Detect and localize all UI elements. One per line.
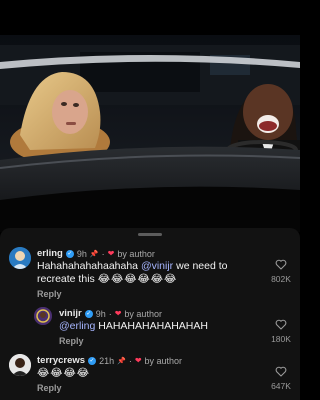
- like-button[interactable]: 647K: [268, 366, 294, 391]
- author-heart-icon: ❤: [134, 356, 142, 365]
- reply-button[interactable]: Reply: [37, 289, 62, 299]
- by-author-label: by author: [144, 355, 183, 366]
- comment-username[interactable]: erling: [37, 248, 63, 259]
- avatar[interactable]: [9, 247, 31, 269]
- heart-outline-icon: [275, 259, 287, 270]
- pin-icon: 📌: [89, 250, 99, 258]
- heart-outline-icon: [275, 366, 287, 377]
- separator-dot: ·: [108, 308, 112, 319]
- author-heart-icon: ❤: [107, 249, 115, 258]
- avatar-image: [9, 354, 31, 376]
- verified-badge-icon: ✓: [88, 356, 97, 365]
- mention-link[interactable]: @erling: [59, 320, 95, 332]
- comment-username[interactable]: vinijr: [59, 308, 82, 319]
- comment-time: 9h: [76, 248, 87, 259]
- mention-link[interactable]: @vinijr: [141, 260, 173, 272]
- sheet-handle[interactable]: [138, 233, 162, 236]
- comment-text-prefix: Hahahahahahaahaha: [37, 260, 141, 272]
- by-author-label: by author: [117, 248, 155, 259]
- author-heart-icon: ❤: [114, 309, 122, 318]
- comment-meta: vinijr ✓ 9h · ❤ by author: [59, 308, 162, 319]
- avatar-image: [9, 247, 31, 269]
- video-scene: [0, 35, 300, 232]
- reply-button[interactable]: Reply: [59, 336, 84, 346]
- pin-icon: 📌: [117, 357, 126, 365]
- like-count: 180K: [271, 334, 291, 344]
- avatar-image: [34, 307, 52, 325]
- comment-text-suffix: HAHAHAHAHAHAHAH: [95, 320, 208, 332]
- verified-badge-icon: ✓: [65, 249, 74, 258]
- by-author-label: by author: [124, 308, 162, 319]
- emoji-sequence: 😂😂😂😂: [37, 367, 91, 379]
- comment-username[interactable]: terrycrews: [37, 355, 85, 366]
- comment-meta: terrycrews ✓ 21h 📌 · ❤ by author: [37, 355, 182, 366]
- comment-meta: erling ✓ 9h 📌 · ❤ by author: [37, 248, 155, 259]
- comment-text: 😂😂😂😂: [37, 367, 237, 380]
- comment-time: 21h: [99, 355, 115, 366]
- comment-text: @erling HAHAHAHAHAHAHAH: [59, 320, 259, 333]
- like-button[interactable]: 180K: [268, 319, 294, 344]
- verified-badge-icon: ✓: [84, 309, 93, 318]
- avatar[interactable]: [9, 354, 31, 376]
- separator-dot: ·: [128, 355, 132, 366]
- emoji-sequence: 😂😂😂😂😂😂: [97, 273, 178, 285]
- like-button[interactable]: 802K: [268, 259, 294, 284]
- comment-time: 9h: [95, 308, 106, 319]
- heart-outline-icon: [275, 319, 287, 330]
- comment-text: Hahahahahahaahaha @vinijr we need to rec…: [37, 260, 259, 286]
- like-count: 647K: [271, 381, 291, 391]
- comments-sheet: erling ✓ 9h 📌 · ❤ by author Hahahahahaha…: [0, 228, 300, 400]
- reply-button[interactable]: Reply: [37, 383, 62, 393]
- separator-dot: ·: [101, 248, 105, 259]
- like-count: 802K: [271, 274, 291, 284]
- video-frame[interactable]: [0, 0, 300, 232]
- avatar[interactable]: [34, 307, 52, 325]
